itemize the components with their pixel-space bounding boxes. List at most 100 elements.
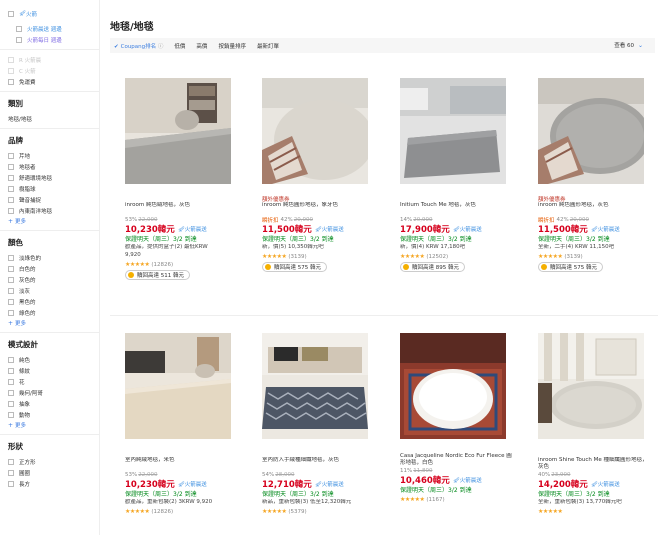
star-icons: ★★★★★	[400, 253, 425, 260]
product-name[interactable]: inroom Shine Touch Me 種細纖圓形地毯，灰色	[538, 457, 653, 471]
color-item[interactable]: 淡灰	[8, 285, 99, 296]
product-card[interactable]: 額外優惠券 inroom 純色圓形地毯，象牙色 瞬折扣 42% 20,000 11,…	[262, 78, 377, 272]
category-item[interactable]: 地毯/地毯	[8, 113, 99, 124]
product-image[interactable]	[538, 78, 644, 184]
checkbox[interactable]	[8, 309, 14, 316]
checkbox[interactable]	[8, 276, 14, 283]
used-offer[interactable]: 歡產品，重新包裝(2) 3KRW 9,920	[125, 499, 240, 507]
checkbox[interactable]	[8, 174, 14, 181]
page-title: 地毯/地毯	[110, 22, 154, 33]
used-offer[interactable]: 全新，重新包裝(3) 13,770韓元吧	[538, 499, 653, 507]
color-item[interactable]: 淡綠色的	[8, 252, 99, 263]
brand-item[interactable]: 內東南洋地毯	[8, 205, 99, 216]
used-offer[interactable]: 全新，二手(4) KRW 11,150吧	[538, 244, 653, 252]
filter-faint-0[interactable]: R 火箭晨	[8, 54, 99, 65]
product-image[interactable]	[125, 333, 231, 439]
product-name[interactable]: 室內防入手絨種細纖地毯，灰色	[262, 457, 377, 471]
checkbox[interactable]	[8, 298, 14, 305]
brand-item[interactable]: 芹地	[8, 150, 99, 161]
filter-delivery-0[interactable]: 火箭晨送 週邊	[8, 23, 99, 34]
brand-item[interactable]: 舒適環境地毯	[8, 172, 99, 183]
checkbox[interactable]	[8, 10, 14, 17]
filter-faint-1[interactable]: C 火箭	[8, 65, 99, 76]
color-more-link[interactable]: + 更多	[8, 318, 99, 328]
checkbox[interactable]	[8, 469, 14, 476]
checkbox[interactable]	[8, 400, 14, 407]
checkbox[interactable]	[8, 185, 14, 192]
checkbox[interactable]	[16, 25, 22, 32]
per-page-select[interactable]: 查看 60 ⌄	[614, 41, 643, 50]
product-name[interactable]: inroom 純色圓形地毯，象牙色	[262, 202, 377, 216]
product-image[interactable]	[400, 333, 506, 439]
used-offer[interactable]: 新品，重新包裝(3) 低至12,320韓元	[262, 499, 377, 507]
checkbox[interactable]	[8, 265, 14, 272]
checkbox[interactable]	[8, 67, 14, 74]
color-item[interactable]: 白色的	[8, 263, 99, 274]
brand-item[interactable]: 樹脂球	[8, 183, 99, 194]
filter-free-shipping[interactable]: 免運費	[8, 76, 99, 87]
brand-item[interactable]: 地毯者	[8, 161, 99, 172]
product-card[interactable]: Initium Touch Me 地毯，灰色 14% 20,900 17,900韓…	[400, 78, 515, 272]
filter-rocket-all[interactable]: 🚀︎ 火箭	[8, 8, 99, 19]
filter-delivery-1[interactable]: 火箭每日 週邊	[8, 34, 99, 45]
checkbox[interactable]	[8, 287, 14, 294]
brand-item[interactable]: 聲音捕捉	[8, 194, 99, 205]
used-offer[interactable]: 歡產品，提供的盒子(2) 最低KRW	[125, 244, 240, 252]
pattern-item[interactable]: 條紋	[8, 365, 99, 376]
checkbox[interactable]	[8, 411, 14, 418]
checkbox[interactable]	[8, 356, 14, 363]
pattern-item[interactable]: 抽象	[8, 398, 99, 409]
shape-item[interactable]: 圓圈	[8, 467, 99, 478]
color-item[interactable]: 黑色的	[8, 296, 99, 307]
brand-more-link[interactable]: + 更多	[8, 216, 99, 226]
product-card[interactable]: inroom 純色絨地毯，灰色 53% 22,000 10,230韓元 🚀︎火箭晨送…	[125, 78, 240, 280]
checkbox[interactable]	[8, 389, 14, 396]
checkbox[interactable]	[8, 78, 14, 85]
checkbox[interactable]	[16, 36, 22, 43]
checkbox[interactable]	[8, 196, 14, 203]
checkbox[interactable]	[8, 163, 14, 170]
rocket-icon: 🚀︎火箭晨送	[314, 227, 344, 233]
sort-newest[interactable]: 最新訂單	[257, 42, 279, 50]
divider	[0, 332, 99, 333]
checkbox[interactable]	[8, 56, 14, 63]
used-offer[interactable]: 新，價(4) KRW 17,180吧	[400, 244, 515, 252]
pattern-item[interactable]: 動物	[8, 409, 99, 420]
checkbox[interactable]	[8, 378, 14, 385]
pattern-item[interactable]: 純色	[8, 354, 99, 365]
sort-high-price[interactable]: 高價	[196, 42, 207, 50]
product-card[interactable]: Casa Jacqueline Nordic Eco Fur Fleece 圓形…	[400, 333, 515, 504]
product-image[interactable]	[262, 78, 368, 184]
checkbox[interactable]	[8, 367, 14, 374]
product-name[interactable]: inroom 純色絨地毯，灰色	[125, 202, 240, 216]
checkbox[interactable]	[8, 254, 14, 261]
product-price: 12,710韓元 🚀︎火箭晨送	[262, 480, 344, 490]
used-offer[interactable]: 新，價(5) 10,350韓元吧	[262, 244, 377, 252]
product-name[interactable]: Initium Touch Me 地毯，灰色	[400, 202, 515, 216]
product-card[interactable]: 室內防入手絨種細纖地毯，灰色 54% 28,000 12,710韓元 🚀︎火箭晨送 …	[262, 333, 377, 516]
pattern-item[interactable]: 幾何/阿哥	[8, 387, 99, 398]
product-name[interactable]: 室內純絨地毯，米色	[125, 457, 240, 471]
shape-item[interactable]: 正方形	[8, 456, 99, 467]
sort-coupang-rank[interactable]: ✔ Coupang排名 ⓘ	[114, 42, 163, 50]
checkbox[interactable]	[8, 152, 14, 159]
pattern-more-link[interactable]: + 更多	[8, 420, 99, 430]
color-item[interactable]: 灰色的	[8, 274, 99, 285]
sort-by-sales[interactable]: 按銷量排序	[218, 42, 246, 50]
product-card[interactable]: 額外優惠券 inroom 純色圓形地毯，灰色 瞬折扣 42% 20,000 11,5…	[538, 78, 653, 272]
product-image[interactable]	[538, 333, 644, 439]
product-name[interactable]: Casa Jacqueline Nordic Eco Fur Fleece 圓形…	[400, 453, 515, 467]
product-name[interactable]: inroom 純色圓形地毯，灰色	[538, 202, 653, 216]
product-card[interactable]: inroom Shine Touch Me 種細纖圓形地毯，灰色 40% 23,9…	[538, 333, 653, 516]
checkbox[interactable]	[8, 207, 14, 214]
product-card[interactable]: 室內純絨地毯，米色 53% 22,000 10,230韓元 🚀︎火箭晨送 保證明天（…	[125, 333, 240, 516]
product-image[interactable]	[400, 78, 506, 184]
sort-low-price[interactable]: 低價	[174, 42, 185, 50]
color-item[interactable]: 綠色的	[8, 307, 99, 318]
checkbox[interactable]	[8, 480, 14, 487]
checkbox[interactable]	[8, 458, 14, 465]
pattern-item[interactable]: 花	[8, 376, 99, 387]
shape-item[interactable]: 長方	[8, 478, 99, 489]
product-image[interactable]	[125, 78, 231, 184]
product-image[interactable]	[262, 333, 368, 439]
